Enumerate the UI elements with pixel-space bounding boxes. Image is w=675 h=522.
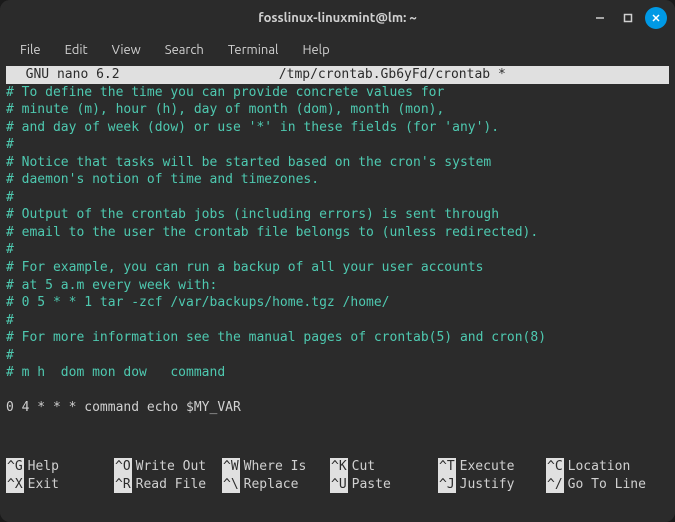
- shortcut-writeout: ^OWrite Out: [114, 458, 222, 476]
- editor-line: [6, 417, 669, 435]
- terminal-window: fosslinux-linuxmint@lm: ~ File Edit View…: [0, 0, 675, 522]
- shortcuts-row-1: ^GHelp ^OWrite Out ^WWhere Is ^KCut ^TEx…: [6, 458, 669, 476]
- editor-line: # To define the time you can provide con…: [6, 84, 669, 102]
- key-label: ^X: [6, 476, 24, 494]
- editor-line: # Notice that tasks will be started base…: [6, 154, 669, 172]
- minimize-icon: [595, 13, 605, 23]
- nano-version: GNU nano 6.2: [10, 66, 120, 84]
- key-desc: Execute: [456, 458, 515, 476]
- key-label: ^T: [438, 458, 456, 476]
- key-desc: Write Out: [132, 458, 206, 476]
- window-controls: [589, 7, 667, 29]
- editor-line: # daemon's notion of time and timezones.: [6, 171, 669, 189]
- menu-file[interactable]: File: [8, 39, 53, 61]
- editor-line: #: [6, 136, 669, 154]
- key-desc: Paste: [348, 476, 391, 494]
- key-label: ^J: [438, 476, 456, 494]
- menu-view[interactable]: View: [100, 39, 153, 61]
- key-desc: Location: [564, 458, 631, 476]
- key-desc: Replace: [240, 476, 299, 494]
- minimize-button[interactable]: [589, 7, 611, 29]
- key-desc: Help: [24, 458, 59, 476]
- shortcuts-row-2: ^XExit ^RRead File ^\Replace ^UPaste ^JJ…: [6, 476, 669, 494]
- menu-help[interactable]: Help: [290, 39, 341, 61]
- menu-edit[interactable]: Edit: [53, 39, 100, 61]
- close-button[interactable]: [645, 7, 667, 29]
- nano-header: GNU nano 6.2 /tmp/crontab.Gb6yFd/crontab…: [6, 66, 669, 84]
- shortcut-location: ^CLocation: [546, 458, 654, 476]
- editor-line: # minute (m), hour (h), day of month (do…: [6, 101, 669, 119]
- titlebar: fosslinux-linuxmint@lm: ~: [0, 0, 675, 36]
- key-desc: Go To Line: [564, 476, 646, 494]
- shortcut-replace: ^\Replace: [222, 476, 330, 494]
- key-label: ^R: [114, 476, 132, 494]
- shortcut-help: ^GHelp: [6, 458, 114, 476]
- key-label: ^\: [222, 476, 240, 494]
- editor-line: # m h dom mon dow command: [6, 364, 669, 382]
- nano-shortcuts: ^GHelp ^OWrite Out ^WWhere Is ^KCut ^TEx…: [6, 458, 669, 493]
- key-label: ^/: [546, 476, 564, 494]
- terminal-area[interactable]: GNU nano 6.2 /tmp/crontab.Gb6yFd/crontab…: [0, 64, 675, 522]
- editor-line: 0 4 * * * command echo $MY_VAR: [6, 399, 669, 417]
- nano-filepath: /tmp/crontab.Gb6yFd/crontab *: [120, 66, 665, 84]
- key-desc: Justify: [456, 476, 515, 494]
- key-label: ^W: [222, 458, 240, 476]
- editor-line: #: [6, 347, 669, 365]
- shortcut-paste: ^UPaste: [330, 476, 438, 494]
- editor-line: # email to the user the crontab file bel…: [6, 224, 669, 242]
- shortcut-exit: ^XExit: [6, 476, 114, 494]
- key-label: ^K: [330, 458, 348, 476]
- editor-line: [6, 434, 669, 452]
- close-icon: [651, 13, 661, 23]
- editor-line: #: [6, 189, 669, 207]
- editor-line: #: [6, 312, 669, 330]
- maximize-icon: [623, 13, 633, 23]
- key-label: ^O: [114, 458, 132, 476]
- key-desc: Where Is: [240, 458, 307, 476]
- key-label: ^C: [546, 458, 564, 476]
- editor-line: # For more information see the manual pa…: [6, 329, 669, 347]
- editor-line: # and day of week (dow) or use '*' in th…: [6, 119, 669, 137]
- editor-line: [6, 382, 669, 400]
- shortcut-readfile: ^RRead File: [114, 476, 222, 494]
- shortcut-execute: ^TExecute: [438, 458, 546, 476]
- editor-line: # For example, you can run a backup of a…: [6, 259, 669, 277]
- shortcut-gotoline: ^/Go To Line: [546, 476, 654, 494]
- key-desc: Cut: [348, 458, 375, 476]
- key-desc: Read File: [132, 476, 206, 494]
- editor-line: # Output of the crontab jobs (including …: [6, 206, 669, 224]
- shortcut-justify: ^JJustify: [438, 476, 546, 494]
- maximize-button[interactable]: [617, 7, 639, 29]
- menu-terminal[interactable]: Terminal: [216, 39, 291, 61]
- shortcut-cut: ^KCut: [330, 458, 438, 476]
- menu-search[interactable]: Search: [153, 39, 216, 61]
- key-label: ^U: [330, 476, 348, 494]
- window-title: fosslinux-linuxmint@lm: ~: [258, 11, 416, 25]
- editor-line: # 0 5 * * 1 tar -zcf /var/backups/home.t…: [6, 294, 669, 312]
- key-desc: Exit: [24, 476, 59, 494]
- key-label: ^G: [6, 458, 24, 476]
- editor-line: # at 5 a.m every week with:: [6, 277, 669, 295]
- menubar: File Edit View Search Terminal Help: [0, 36, 675, 64]
- editor-line: #: [6, 241, 669, 259]
- shortcut-whereis: ^WWhere Is: [222, 458, 330, 476]
